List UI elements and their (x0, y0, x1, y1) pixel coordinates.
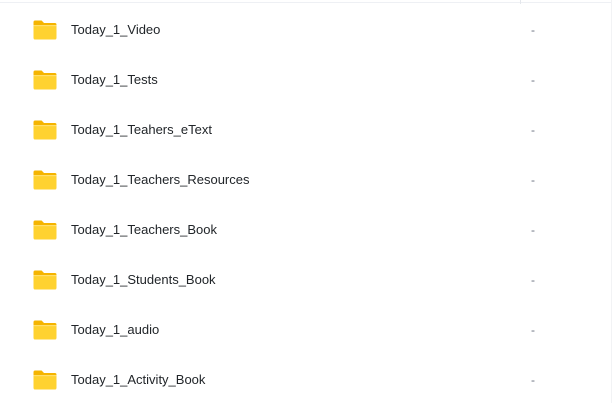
folder-name[interactable]: Today_1_Students_Book (71, 272, 216, 288)
folder-name[interactable]: Today_1_Teachers_Resources (71, 172, 250, 188)
folder-row[interactable]: Today_1_Students_Book - (0, 254, 612, 304)
folder-name[interactable]: Today_1_Teachers_Book (71, 222, 217, 238)
folder-icon (32, 69, 58, 91)
folder-icon (32, 269, 58, 291)
folder-size: - (531, 173, 535, 187)
folder-icon (32, 119, 58, 141)
folder-name[interactable]: Today_1_Teahers_eText (71, 122, 212, 138)
file-list: Today_1_Video - Today_1_Tests - Today_1_… (0, 0, 612, 403)
folder-size: - (531, 123, 535, 137)
folder-size: - (531, 73, 535, 87)
folder-size: - (531, 273, 535, 287)
folder-name[interactable]: Today_1_audio (71, 322, 159, 338)
folder-size: - (531, 23, 535, 37)
folder-icon (32, 169, 58, 191)
folder-icon (32, 219, 58, 241)
folder-row[interactable]: Today_1_Video - (0, 4, 612, 54)
folder-size: - (531, 223, 535, 237)
folder-name[interactable]: Today_1_Tests (71, 72, 158, 88)
folder-row[interactable]: Today_1_Activity_Book - (0, 354, 612, 403)
folder-row[interactable]: Today_1_Teahers_eText - (0, 104, 612, 154)
folder-row[interactable]: Today_1_Tests - (0, 54, 612, 104)
folder-name[interactable]: Today_1_Activity_Book (71, 372, 205, 388)
folder-row[interactable]: Today_1_Teachers_Book - (0, 204, 612, 254)
folder-icon (32, 369, 58, 391)
folder-size: - (531, 323, 535, 337)
folder-icon (32, 19, 58, 41)
folder-size: - (531, 373, 535, 387)
folder-row[interactable]: Today_1_Teachers_Resources - (0, 154, 612, 204)
folder-name[interactable]: Today_1_Video (71, 22, 160, 38)
folder-row[interactable]: Today_1_audio - (0, 304, 612, 354)
folder-icon (32, 319, 58, 341)
